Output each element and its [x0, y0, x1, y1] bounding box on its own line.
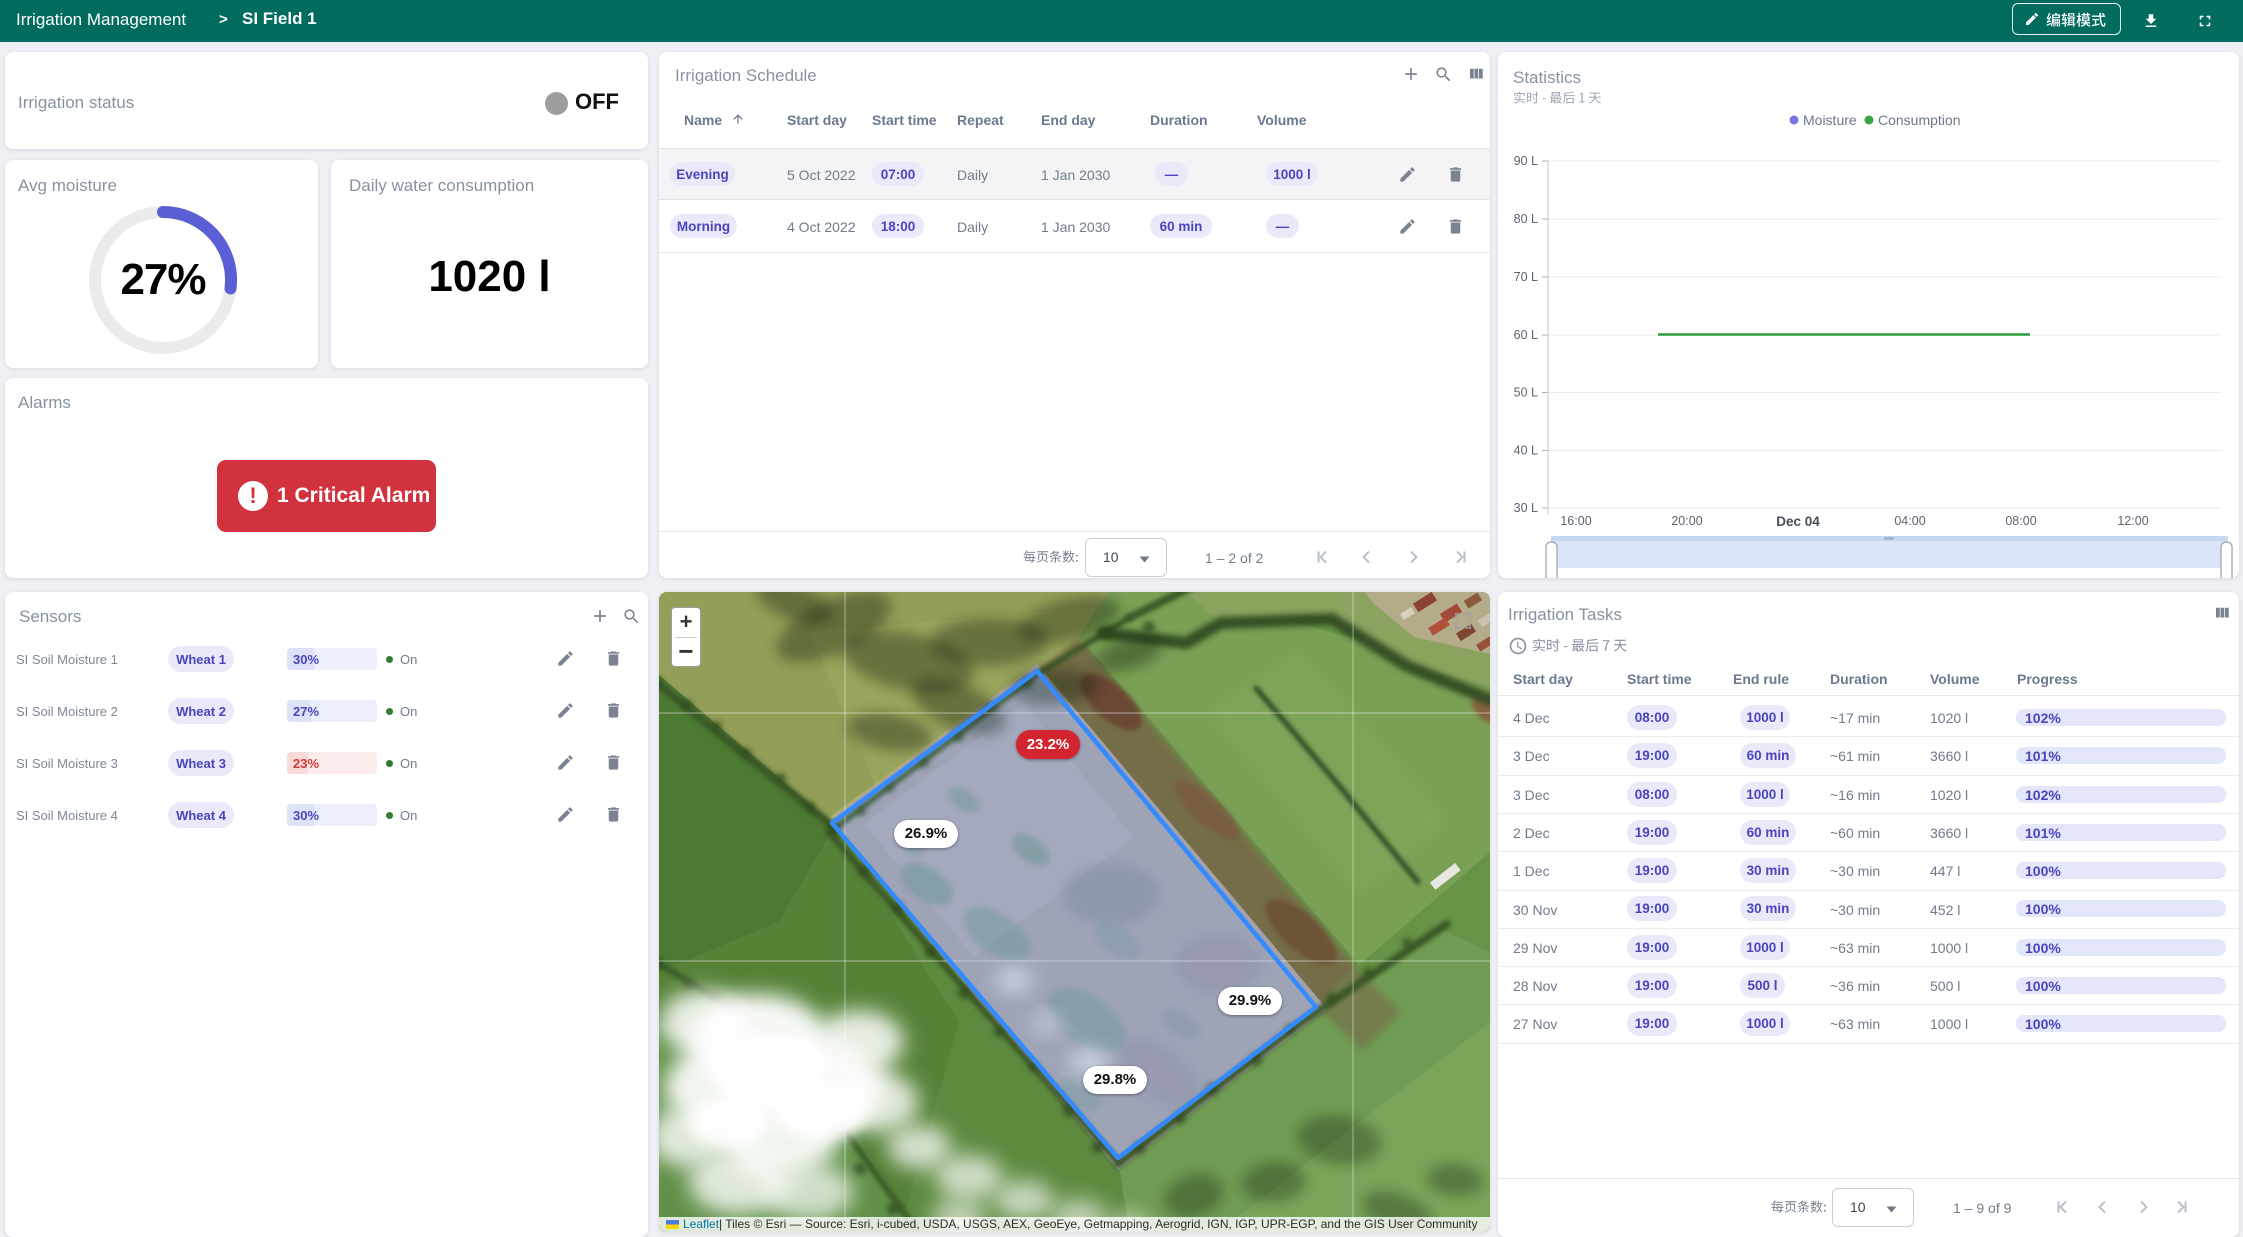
svg-text:20:00: 20:00	[1671, 514, 1702, 528]
svg-text:60 L: 60 L	[1514, 328, 1538, 342]
svg-text:40 L: 40 L	[1514, 444, 1538, 458]
svg-text:90 L: 90 L	[1514, 154, 1538, 168]
svg-text:80 L: 80 L	[1514, 212, 1538, 226]
svg-text:16:00: 16:00	[1560, 514, 1591, 528]
svg-text:70 L: 70 L	[1514, 270, 1538, 284]
svg-text:50 L: 50 L	[1514, 386, 1538, 400]
svg-text:Dec 04: Dec 04	[1776, 514, 1820, 529]
svg-text:Consumption: Consumption	[1878, 112, 1961, 128]
svg-text:30 L: 30 L	[1514, 501, 1538, 515]
svg-text:08:00: 08:00	[2005, 514, 2036, 528]
svg-text:Moisture: Moisture	[1803, 112, 1857, 128]
svg-text:04:00: 04:00	[1894, 514, 1925, 528]
svg-text:12:00: 12:00	[2117, 514, 2148, 528]
